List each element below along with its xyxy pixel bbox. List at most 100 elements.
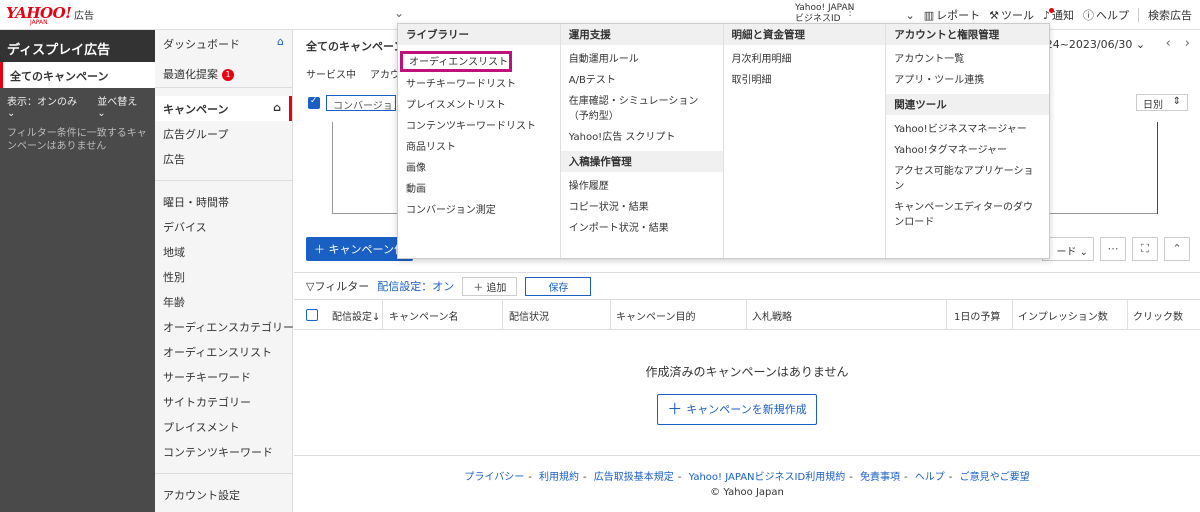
menu-item-audience-list[interactable]: オーディエンスリスト bbox=[400, 51, 512, 72]
col-impressions[interactable]: インプレッション数 bbox=[1018, 308, 1108, 323]
nav-audience-list[interactable]: オーディエンスリスト bbox=[155, 339, 292, 364]
menu-col-ops: 運用支援 自動運用ルール A/Bテスト 在庫確認・シミュレーション（予約型） Y… bbox=[560, 24, 724, 258]
filter-button[interactable]: ▽フィルター bbox=[306, 278, 369, 294]
nav-search-keyword[interactable]: サーチキーワード bbox=[155, 364, 292, 389]
more-vertical-icon[interactable]: ⋮ bbox=[845, 7, 855, 18]
home-icon: ⌂ bbox=[277, 35, 284, 48]
menu-item-conversion[interactable]: コンバージョン測定 bbox=[398, 200, 560, 221]
sidebar-title: ディスプレイ広告 bbox=[0, 30, 155, 62]
notification-link[interactable]: ♪ 通知 bbox=[1043, 7, 1074, 23]
menu-item-ab-test[interactable]: A/Bテスト bbox=[561, 70, 723, 91]
col-campaign-name[interactable]: キャンペーン名 bbox=[389, 308, 459, 323]
menu-item-tag-manager[interactable]: Yahoo!タグマネージャー bbox=[886, 140, 1049, 161]
account-chevron-icon[interactable]: ⌄ bbox=[905, 9, 914, 22]
conversion-select[interactable]: コンバージョン bbox=[326, 95, 396, 111]
menu-item-copy-status[interactable]: コピー状況・結果 bbox=[561, 197, 723, 218]
menu-item-videos[interactable]: 動画 bbox=[398, 179, 560, 200]
footer-link[interactable]: Yahoo! JAPANビジネスID利用規約 bbox=[689, 472, 846, 483]
period-select[interactable]: 日別 ⇕ bbox=[1136, 94, 1188, 111]
menu-item-content-keyword-list[interactable]: コンテンツキーワードリスト bbox=[398, 116, 560, 137]
date-range-picker[interactable]: /24~2023/06/30 ⌄ bbox=[1042, 38, 1145, 51]
menu-item-transactions[interactable]: 取引明細 bbox=[724, 70, 886, 91]
menu-item-placement-list[interactable]: プレイスメントリスト bbox=[398, 95, 560, 116]
footer: プライバシー - 利用規約 - 広告取扱基本規定 - Yahoo! JAPANビジネス… bbox=[294, 455, 1200, 512]
display-filter-dropdown[interactable]: 表示：オンのみ ⌄ bbox=[7, 93, 87, 119]
more-icon[interactable]: ⋯ bbox=[1100, 237, 1126, 261]
footer-link[interactable]: ご意見やご要望 bbox=[960, 472, 1030, 483]
page-title: 全てのキャンペーン bbox=[306, 40, 405, 53]
menu-heading: 明細と資金管理 bbox=[723, 24, 886, 45]
menu-item-monthly[interactable]: 月次利用明細 bbox=[724, 49, 886, 70]
sort-dropdown[interactable]: 並べ替え ⌄ bbox=[97, 93, 148, 119]
help-link[interactable]: ⓘ ヘルプ bbox=[1083, 7, 1129, 23]
report-link[interactable]: ▥ レポート bbox=[924, 7, 980, 23]
col-daily-budget[interactable]: 1日の予算 bbox=[954, 308, 1000, 323]
menu-item-account-list[interactable]: アカウント一覧 bbox=[886, 49, 1049, 70]
footer-link[interactable]: ヘルプ bbox=[915, 472, 945, 483]
menu-item-auto-rules[interactable]: 自動運用ルール bbox=[561, 49, 723, 70]
nav-campaign[interactable]: キャンペーン ⌂ bbox=[155, 96, 292, 121]
menu-item-business-manager[interactable]: Yahoo!ビジネスマネージャー bbox=[886, 119, 1049, 140]
nav-optimize[interactable]: 最適化提案 1 bbox=[155, 58, 292, 88]
col-campaign-goal[interactable]: キャンペーン目的 bbox=[616, 308, 696, 323]
chevron-down-icon[interactable]: ⌄ bbox=[394, 6, 404, 20]
nav-audience-category[interactable]: オーディエンスカテゴリー bbox=[155, 314, 294, 339]
create-campaign-button[interactable]: ＋キャンペーンを新規作成 bbox=[657, 394, 817, 425]
menu-item-simulation[interactable]: 在庫確認・シミュレーション（予約型） bbox=[561, 91, 723, 127]
prev-arrow-icon[interactable]: ‹ bbox=[1166, 36, 1171, 51]
footer-link[interactable]: プライバシー bbox=[464, 472, 524, 483]
col-clicks[interactable]: クリック数 bbox=[1133, 308, 1183, 323]
nav-age[interactable]: 年齢 bbox=[155, 289, 292, 314]
nav-gender[interactable]: 性別 bbox=[155, 264, 292, 289]
menu-item-scripts[interactable]: Yahoo!広告 スクリプト bbox=[561, 127, 723, 148]
chart-marker bbox=[1157, 122, 1158, 214]
campaign-sidebar: ディスプレイ広告 全てのキャンペーン 表示：オンのみ ⌄ 並べ替え ⌄ フィルタ… bbox=[0, 30, 155, 512]
nav-device[interactable]: デバイス bbox=[155, 214, 292, 239]
nav-content-keyword[interactable]: コンテンツキーワード bbox=[155, 439, 292, 464]
tab-account[interactable]: アカウ bbox=[370, 66, 400, 81]
col-delivery-status[interactable]: 配信状況 bbox=[509, 308, 549, 323]
expand-icon[interactable]: ⛶ bbox=[1132, 237, 1158, 261]
menu-item-images[interactable]: 画像 bbox=[398, 158, 560, 179]
nav-day-time[interactable]: 曜日・時間帯 bbox=[155, 189, 292, 214]
select-all-checkbox[interactable] bbox=[306, 309, 318, 321]
save-filter-button[interactable]: 保存 bbox=[525, 276, 592, 296]
nav-region[interactable]: 地域 bbox=[155, 239, 292, 264]
menu-item-import-status[interactable]: インポート状況・結果 bbox=[561, 218, 723, 239]
tool-icon: ⚒ bbox=[989, 8, 999, 22]
tool-link[interactable]: ⚒ ツール bbox=[989, 7, 1034, 23]
menu-item-product-list[interactable]: 商品リスト bbox=[398, 137, 560, 158]
menu-item-editor-download[interactable]: キャンペーンエディターのダウンロード bbox=[886, 197, 1049, 233]
nav-ad[interactable]: 広告 bbox=[155, 146, 292, 171]
menu-item-search-keyword-list[interactable]: サーチキーワードリスト bbox=[398, 74, 560, 95]
menu-item-accessible-apps[interactable]: アクセス可能なアプリケーション bbox=[886, 161, 1049, 197]
menu-col-billing: 明細と資金管理 月次利用明細 取引明細 bbox=[723, 24, 887, 258]
nav-ad-group[interactable]: 広告グループ bbox=[155, 121, 292, 146]
collapse-up-icon[interactable]: ⌃ bbox=[1164, 237, 1190, 261]
nav-dashboard[interactable]: ダッシュボード ⌂ bbox=[155, 30, 292, 58]
divider bbox=[1138, 8, 1139, 22]
add-filter-button[interactable]: ＋ 追加 bbox=[462, 276, 518, 296]
nav-placement[interactable]: プレイスメント bbox=[155, 414, 292, 439]
table-header: 配信設定↓ キャンペーン名 配信状況 キャンペーン目的 入札戦略 1日の予算 イ… bbox=[294, 300, 1200, 330]
no-match-message: フィルター条件に一致するキャンペーンはありません bbox=[7, 128, 147, 152]
col-bid-strategy[interactable]: 入札戦略 bbox=[752, 308, 792, 323]
col-status[interactable]: 配信設定↓ bbox=[332, 308, 380, 323]
filter-chip[interactable]: 配信設定：オン bbox=[377, 278, 454, 294]
footer-link[interactable]: 利用規約 bbox=[539, 472, 579, 483]
menu-item-app-links[interactable]: アプリ・ツール連携 bbox=[886, 70, 1049, 91]
footer-link[interactable]: 免責事項 bbox=[860, 472, 900, 483]
menu-item-history[interactable]: 操作履歴 bbox=[561, 176, 723, 197]
tab-in-service[interactable]: サービス中 bbox=[306, 66, 356, 81]
next-arrow-icon[interactable]: › bbox=[1185, 36, 1190, 51]
help-icon: ⓘ bbox=[1083, 9, 1094, 22]
copyright: © Yahoo Japan bbox=[710, 487, 784, 498]
nav-account-settings[interactable]: アカウント設定 bbox=[155, 482, 292, 507]
search-ads-link[interactable]: 検索広告 bbox=[1148, 7, 1192, 23]
nav-site-category[interactable]: サイトカテゴリー bbox=[155, 389, 292, 414]
footer-link[interactable]: 広告取扱基本規定 bbox=[594, 472, 674, 483]
tools-mega-menu: ライブラリー オーディエンスリスト サーチキーワードリスト プレイスメントリスト… bbox=[397, 23, 1050, 259]
nav-sidebar: ダッシュボード ⌂ 最適化提案 1 キャンペーン ⌂ 広告グループ 広告 曜日・時… bbox=[155, 30, 294, 512]
conversion-checkbox[interactable] bbox=[308, 96, 320, 109]
all-campaigns-item[interactable]: 全てのキャンペーン bbox=[0, 62, 155, 88]
